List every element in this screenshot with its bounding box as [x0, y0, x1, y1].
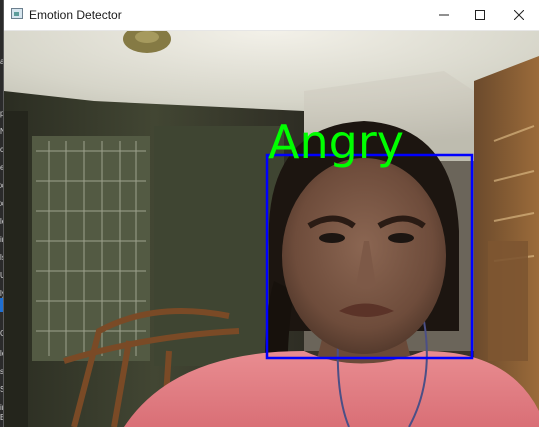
app-window-icon [11, 8, 23, 19]
minimize-icon [439, 14, 449, 16]
app-window: Emotion Detector Angry [4, 0, 539, 427]
person-face [282, 158, 446, 354]
maximize-button[interactable] [461, 0, 499, 30]
webcam-image: Angry [4, 31, 539, 427]
window-title: Emotion Detector [29, 8, 122, 22]
minimize-button[interactable] [425, 0, 463, 30]
emotion-label: Angry [268, 115, 404, 169]
close-button[interactable] [500, 0, 538, 30]
title-bar[interactable]: Emotion Detector [4, 0, 539, 31]
close-icon [514, 10, 524, 20]
webcam-frame: Angry [4, 31, 539, 427]
maximize-icon [475, 10, 485, 20]
